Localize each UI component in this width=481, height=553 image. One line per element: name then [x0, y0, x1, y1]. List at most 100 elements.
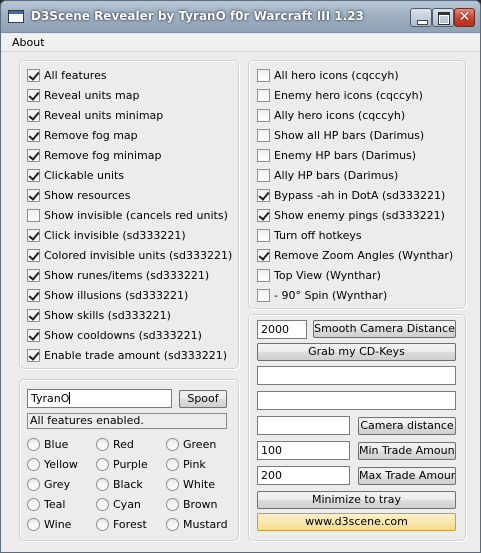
checkbox-checked[interactable]: [257, 188, 270, 202]
checkbox-checked[interactable]: [27, 228, 40, 242]
radio-button[interactable]: [96, 497, 109, 511]
feature-checkbox-row[interactable]: Show skills (sd333221): [27, 307, 171, 323]
feature-checkbox-row[interactable]: Show all HP bars (Darimus): [257, 127, 424, 143]
checkbox-unchecked[interactable]: [257, 88, 270, 102]
checkbox-unchecked[interactable]: [257, 128, 270, 142]
minimize-to-tray-button[interactable]: Minimize to tray: [257, 491, 456, 509]
camera-distance-button[interactable]: Camera distance: [358, 417, 456, 435]
checkbox-checked[interactable]: [257, 208, 270, 222]
feature-checkbox-row[interactable]: Show cooldowns (sd333221): [27, 327, 202, 343]
feature-checkbox-row[interactable]: Ally hero icons (cqccyh): [257, 107, 405, 123]
color-radio-option[interactable]: Teal: [27, 497, 65, 511]
checkbox-unchecked[interactable]: [257, 108, 270, 122]
checkbox-checked[interactable]: [27, 308, 40, 322]
smooth-camera-button[interactable]: Smooth Camera Distance: [313, 320, 456, 338]
feature-checkbox-row[interactable]: Top View (Wynthar): [257, 267, 381, 283]
feature-checkbox-row[interactable]: - 90° Spin (Wynthar): [257, 287, 387, 303]
checkbox-checked[interactable]: [27, 328, 40, 342]
radio-button[interactable]: [96, 437, 109, 451]
feature-checkbox-row[interactable]: Remove fog minimap: [27, 147, 161, 163]
color-radio-option[interactable]: White: [166, 477, 215, 491]
cdkey-field-2[interactable]: [257, 391, 456, 410]
feature-checkbox-row[interactable]: Clickable units: [27, 167, 124, 183]
color-radio-option[interactable]: Cyan: [96, 497, 141, 511]
maximize-window-button[interactable]: [432, 8, 454, 27]
max-trade-button[interactable]: Max Trade Amount: [358, 467, 456, 485]
radio-button[interactable]: [27, 497, 40, 511]
radio-button[interactable]: [166, 497, 179, 511]
color-radio-option[interactable]: Purple: [96, 457, 148, 471]
minimize-window-button[interactable]: [410, 8, 432, 27]
feature-checkbox-row[interactable]: Show illusions (sd333221): [27, 287, 188, 303]
radio-button[interactable]: [27, 517, 40, 531]
checkbox-checked[interactable]: [27, 128, 40, 142]
checkbox-checked[interactable]: [27, 148, 40, 162]
color-radio-option[interactable]: Wine: [27, 517, 71, 531]
feature-checkbox-row[interactable]: Show invisible (cancels red units): [27, 207, 228, 223]
feature-checkbox-row[interactable]: Colored invisible units (sd333221): [27, 247, 232, 263]
checkbox-unchecked[interactable]: [257, 228, 270, 242]
feature-checkbox-row[interactable]: Reveal units minimap: [27, 107, 163, 123]
checkbox-checked[interactable]: [27, 68, 40, 82]
feature-checkbox-row[interactable]: Enemy hero icons (cqccyh): [257, 87, 423, 103]
min-trade-input[interactable]: 100: [257, 441, 350, 460]
spoof-button[interactable]: Spoof: [179, 390, 227, 408]
radio-button[interactable]: [96, 457, 109, 471]
radio-button[interactable]: [166, 477, 179, 491]
color-radio-option[interactable]: Black: [96, 477, 143, 491]
radio-button[interactable]: [27, 477, 40, 491]
checkbox-checked[interactable]: [27, 108, 40, 122]
checkbox-checked[interactable]: [27, 248, 40, 262]
feature-checkbox-row[interactable]: Enable trade amount (sd333221): [27, 347, 227, 363]
grab-cdkeys-button[interactable]: Grab my CD-Keys: [257, 343, 456, 361]
min-trade-button[interactable]: Min Trade Amount: [358, 442, 456, 460]
color-radio-option[interactable]: Yellow: [27, 457, 78, 471]
checkbox-checked[interactable]: [27, 188, 40, 202]
camera-distance-input[interactable]: 2000: [257, 320, 307, 339]
radio-button[interactable]: [27, 437, 40, 451]
website-link-button[interactable]: www.d3scene.com: [257, 513, 456, 531]
color-radio-option[interactable]: Brown: [166, 497, 218, 511]
color-radio-option[interactable]: Pink: [166, 457, 206, 471]
radio-button[interactable]: [96, 477, 109, 491]
feature-checkbox-row[interactable]: Turn off hotkeys: [257, 227, 362, 243]
radio-button[interactable]: [27, 457, 40, 471]
checkbox-checked[interactable]: [27, 168, 40, 182]
radio-button[interactable]: [166, 517, 179, 531]
checkbox-unchecked[interactable]: [257, 148, 270, 162]
feature-checkbox-row[interactable]: Enemy HP bars (Darimus): [257, 147, 416, 163]
feature-checkbox-row[interactable]: Reveal units map: [27, 87, 139, 103]
color-radio-option[interactable]: Green: [166, 437, 216, 451]
checkbox-unchecked[interactable]: [257, 288, 270, 302]
feature-checkbox-row[interactable]: All hero icons (cqccyh): [257, 67, 399, 83]
color-radio-option[interactable]: Grey: [27, 477, 70, 491]
checkbox-checked[interactable]: [27, 88, 40, 102]
color-radio-option[interactable]: Mustard: [166, 517, 228, 531]
checkbox-checked[interactable]: [27, 288, 40, 302]
feature-checkbox-row[interactable]: Click invisible (sd333221): [27, 227, 186, 243]
color-radio-option[interactable]: Blue: [27, 437, 68, 451]
feature-checkbox-row[interactable]: Remove Zoom Angles (Wynthar): [257, 247, 453, 263]
radio-button[interactable]: [96, 517, 109, 531]
checkbox-unchecked[interactable]: [257, 168, 270, 182]
feature-checkbox-row[interactable]: Show runes/items (sd333221): [27, 267, 209, 283]
feature-checkbox-row[interactable]: Remove fog map: [27, 127, 138, 143]
menu-about[interactable]: About: [12, 36, 45, 49]
feature-checkbox-row[interactable]: All features: [27, 67, 107, 83]
feature-checkbox-row[interactable]: Bypass -ah in DotA (sd333221): [257, 187, 445, 203]
checkbox-unchecked[interactable]: [257, 268, 270, 282]
radio-button[interactable]: [166, 457, 179, 471]
cdkey-field-1[interactable]: [257, 366, 456, 385]
color-radio-option[interactable]: Forest: [96, 517, 147, 531]
camera-value-input[interactable]: [257, 416, 350, 435]
max-trade-input[interactable]: 200: [257, 466, 350, 485]
spoof-name-input[interactable]: TyranO: [27, 389, 172, 408]
checkbox-checked[interactable]: [27, 348, 40, 362]
close-window-button[interactable]: ✕: [454, 8, 475, 27]
checkbox-unchecked[interactable]: [257, 68, 270, 82]
title-bar[interactable]: D3Scene Revealer by TyranO f0r Warcraft …: [1, 1, 480, 33]
color-radio-option[interactable]: Red: [96, 437, 134, 451]
radio-button[interactable]: [166, 437, 179, 451]
feature-checkbox-row[interactable]: Show resources: [27, 187, 131, 203]
checkbox-unchecked[interactable]: [27, 208, 40, 222]
